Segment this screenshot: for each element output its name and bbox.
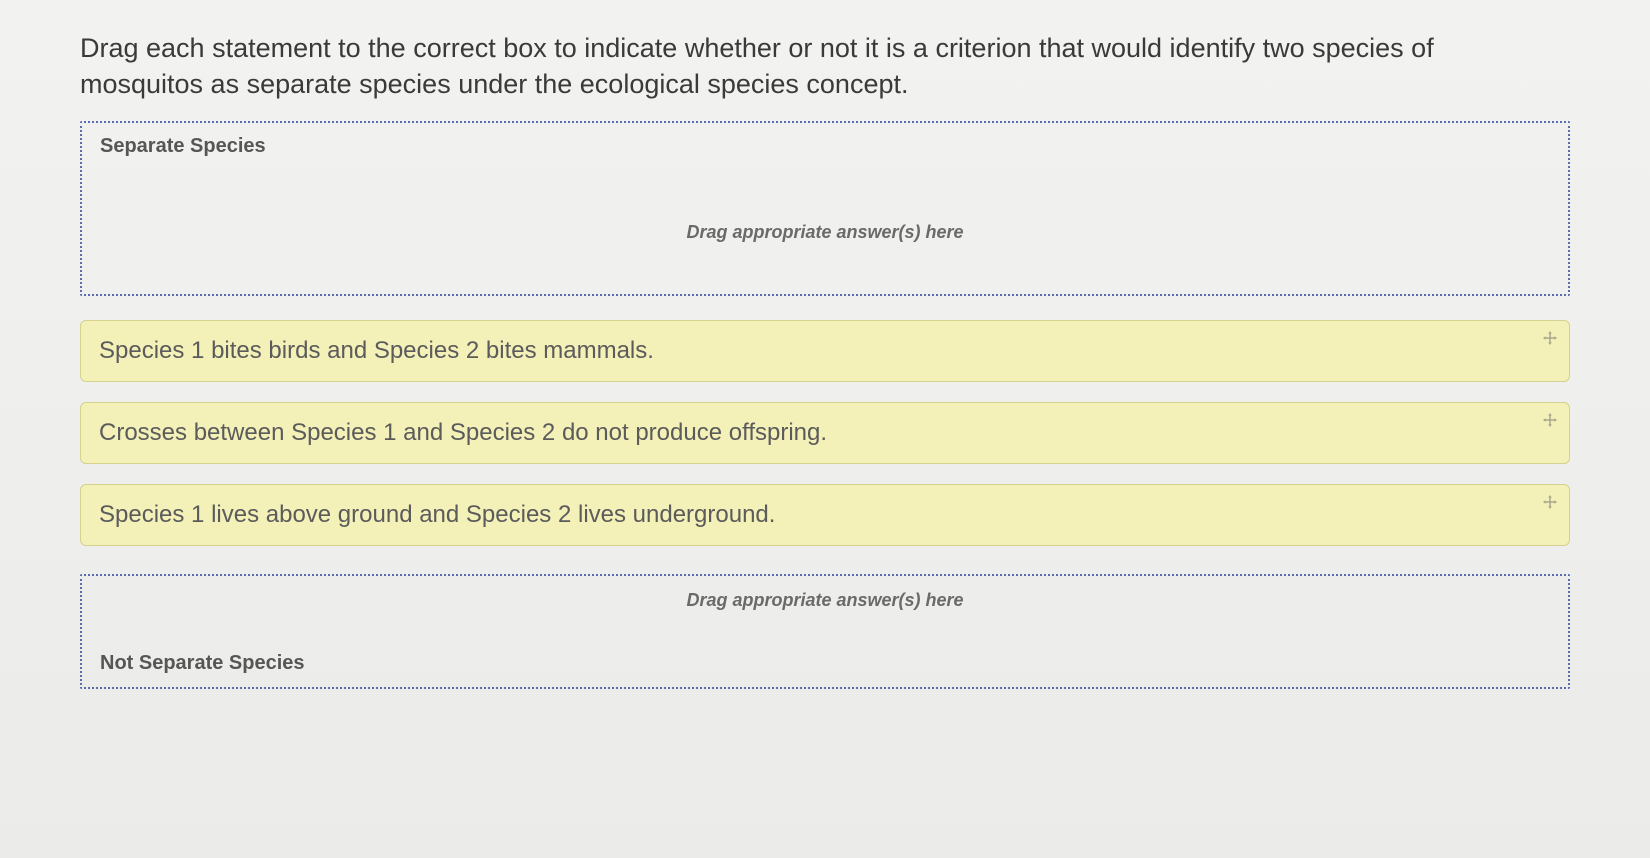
statement-text: Species 1 lives above ground and Species… [99, 501, 775, 528]
question-instructions: Drag each statement to the correct box t… [80, 30, 1480, 103]
statement-card-3[interactable]: Species 1 lives above ground and Species… [80, 484, 1570, 546]
statement-card-1[interactable]: Species 1 bites birds and Species 2 bite… [80, 320, 1570, 382]
draggable-cards-container: Species 1 bites birds and Species 2 bite… [80, 320, 1570, 546]
dropzone-not-separate-label: Not Separate Species [100, 652, 305, 675]
statement-text: Crosses between Species 1 and Species 2 … [99, 419, 827, 446]
move-icon [1543, 413, 1557, 427]
dropzone-separate-hint: Drag appropriate answer(s) here [686, 222, 963, 243]
statement-text: Species 1 bites birds and Species 2 bite… [99, 337, 654, 364]
dropzone-not-separate-species[interactable]: Drag appropriate answer(s) here Not Sepa… [80, 574, 1570, 689]
move-icon [1543, 495, 1557, 509]
dropzone-separate-label: Separate Species [100, 135, 266, 158]
move-icon [1543, 331, 1557, 345]
dropzone-separate-species[interactable]: Separate Species Drag appropriate answer… [80, 121, 1570, 296]
statement-card-2[interactable]: Crosses between Species 1 and Species 2 … [80, 402, 1570, 464]
dropzone-not-separate-hint: Drag appropriate answer(s) here [686, 590, 963, 611]
